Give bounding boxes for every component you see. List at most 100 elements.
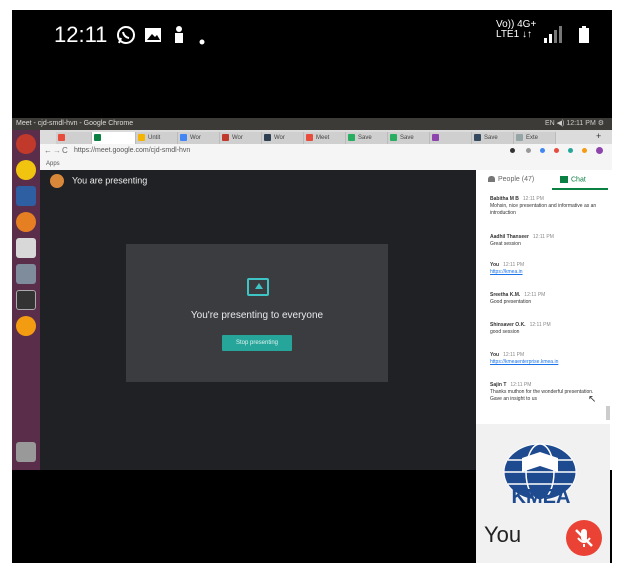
message-sender: You — [490, 352, 500, 358]
browser-tab-active[interactable] — [92, 132, 136, 144]
browser-tab[interactable]: Save — [388, 132, 430, 144]
browser-tab[interactable]: Wor — [220, 132, 262, 144]
browser-tab[interactable]: Untit — [136, 132, 178, 144]
message-time: 12:11 PM — [503, 352, 525, 358]
chat-message: You 12:11 PM https://kmeaenterprise.kmea.… — [490, 352, 602, 366]
whatsapp-icon — [117, 26, 135, 44]
launcher-bar — [12, 130, 40, 470]
extension-icon[interactable] — [568, 148, 573, 153]
chrome-launcher-icon[interactable] — [16, 160, 36, 180]
message-text: good session — [490, 329, 520, 335]
new-tab-button[interactable]: + — [596, 131, 601, 141]
browser-icon[interactable] — [16, 316, 36, 336]
files-icon[interactable] — [16, 186, 36, 206]
present-screen-icon — [247, 278, 269, 296]
message-time: 12:11 PM — [524, 292, 546, 298]
active-tab-indicator — [552, 188, 608, 190]
tab-chat[interactable]: Chat — [560, 176, 586, 183]
tab-bar: Untit Wor Wor Wor Meet Save Save Save Ex… — [40, 130, 612, 144]
presenting-header: You are presenting — [50, 174, 147, 188]
browser-tab[interactable]: Exte — [514, 132, 556, 144]
chat-message: Shinsaver O.K. 12:11 PM good session — [490, 322, 602, 336]
message-text: Good presentation — [490, 299, 532, 305]
chat-icon — [560, 176, 568, 183]
gallery-icon — [145, 28, 161, 42]
message-text: Great session — [490, 241, 521, 247]
chat-message: Sreetha K.M. 12:11 PM Good presentation — [490, 292, 602, 306]
browser-tab[interactable]: Wor — [178, 132, 220, 144]
phone-screen: 12:11 Vo)) 4G+ LTE1 ↓↑ Meet - cjd-smdl-h… — [12, 10, 612, 563]
bookmarks-bar: Apps — [40, 160, 612, 170]
reload-icon[interactable]: C — [62, 146, 68, 155]
browser-tab[interactable] — [56, 132, 92, 144]
signal-icon — [544, 26, 562, 43]
extension-icon[interactable] — [510, 148, 515, 153]
camera-icon[interactable] — [16, 264, 36, 284]
text-editor-icon[interactable] — [16, 238, 36, 258]
message-time: 12:11 PM — [529, 322, 551, 328]
apps-bookmark[interactable]: Apps — [46, 161, 60, 167]
presenting-label: You are presenting — [72, 175, 148, 186]
person-icon — [175, 26, 183, 43]
address-bar-row: ← → C https://meet.google.com/cjd-smdl-h… — [40, 144, 612, 160]
message-sender: Shinsaver O.K. — [490, 322, 526, 328]
extension-icon[interactable] — [540, 148, 545, 153]
message-sender: Sreetha K.M. — [490, 292, 521, 298]
browser-tab[interactable] — [430, 132, 472, 144]
status-bar: 12:11 Vo)) 4G+ LTE1 ↓↑ — [12, 10, 612, 60]
forward-icon[interactable]: → — [53, 146, 61, 155]
people-tab-label: People (47) — [498, 176, 535, 183]
chrome-window: Untit Wor Wor Wor Meet Save Save Save Ex… — [40, 130, 612, 470]
url-field[interactable]: https://meet.google.com/cjd-smdl-hvn — [74, 147, 214, 157]
message-sender: Babitha M B — [490, 196, 519, 202]
firefox-icon[interactable] — [16, 212, 36, 232]
tab-people[interactable]: People (47) — [488, 176, 534, 183]
message-sender: You — [490, 262, 500, 268]
stop-presenting-button[interactable]: Stop presenting — [222, 335, 292, 351]
browser-tab[interactable]: Wor — [262, 132, 304, 144]
mic-off-icon — [575, 529, 593, 547]
back-icon[interactable]: ← — [44, 146, 52, 155]
self-view-label: You — [484, 522, 522, 547]
message-sender: Aadhil Thanseer — [490, 234, 529, 240]
window-title: Meet - cjd-smdl-hvn - Google Chrome — [16, 120, 134, 127]
terminal-icon[interactable] — [16, 290, 36, 310]
browser-tab[interactable]: Meet — [304, 132, 346, 144]
self-view-tile[interactable]: KMEA You — [476, 424, 610, 563]
extension-icon[interactable] — [582, 148, 587, 153]
chat-message: Sajin T 12:11 PM Thanks muthon for the wo… — [490, 382, 602, 403]
message-link[interactable]: https://kmea.in — [490, 269, 602, 276]
people-icon — [488, 176, 495, 183]
message-time: 12:11 PM — [503, 262, 525, 268]
message-link[interactable]: https://kmeaenterprise.kmea.in — [490, 359, 602, 366]
chat-message: Aadhil Thanseer 12:11 PM Great session — [490, 234, 602, 248]
dash-icon[interactable] — [16, 134, 36, 154]
message-sender: Sajin T — [490, 382, 507, 388]
ubuntu-top-panel: Meet - cjd-smdl-hvn - Google Chrome EN ◀… — [12, 118, 612, 130]
ubuntu-desktop: Meet - cjd-smdl-hvn - Google Chrome EN ◀… — [12, 118, 612, 470]
profile-icon[interactable] — [596, 147, 603, 154]
mouse-cursor-icon: ↖ — [588, 394, 597, 405]
message-time: 12:11 PM — [522, 196, 544, 202]
message-time: 12:11 PM — [510, 382, 532, 388]
message-time: 12:11 PM — [532, 234, 554, 240]
message-text: Thanks muthon for the wonderful presenta… — [490, 389, 594, 402]
clock: 12:11 — [54, 22, 108, 47]
system-tray[interactable]: EN ◀) 12:11 PM ⚙ — [545, 119, 604, 127]
network-line: LTE1 ↓↑ — [496, 29, 532, 40]
extension-icon[interactable] — [526, 148, 531, 153]
presenting-card: You're presenting to everyone Stop prese… — [126, 244, 388, 382]
extension-icon[interactable] — [554, 148, 559, 153]
meet-stage: You are presenting You're presenting to … — [40, 170, 476, 470]
message-text: Mohsin, nice presentation and informativ… — [490, 203, 597, 216]
dot-icon — [199, 39, 205, 45]
kmea-logo-text: KMEA — [511, 486, 571, 508]
chat-message: You 12:11 PM https://kmea.in — [490, 262, 602, 276]
mic-muted-button[interactable] — [566, 520, 602, 556]
trash-icon[interactable] — [16, 442, 36, 462]
battery-icon — [579, 26, 589, 43]
network-indicator: Vo)) 4G+ LTE1 ↓↑ — [496, 20, 536, 40]
chat-scrollbar[interactable] — [606, 406, 610, 420]
browser-tab[interactable]: Save — [472, 132, 514, 144]
browser-tab[interactable]: Save — [346, 132, 388, 144]
